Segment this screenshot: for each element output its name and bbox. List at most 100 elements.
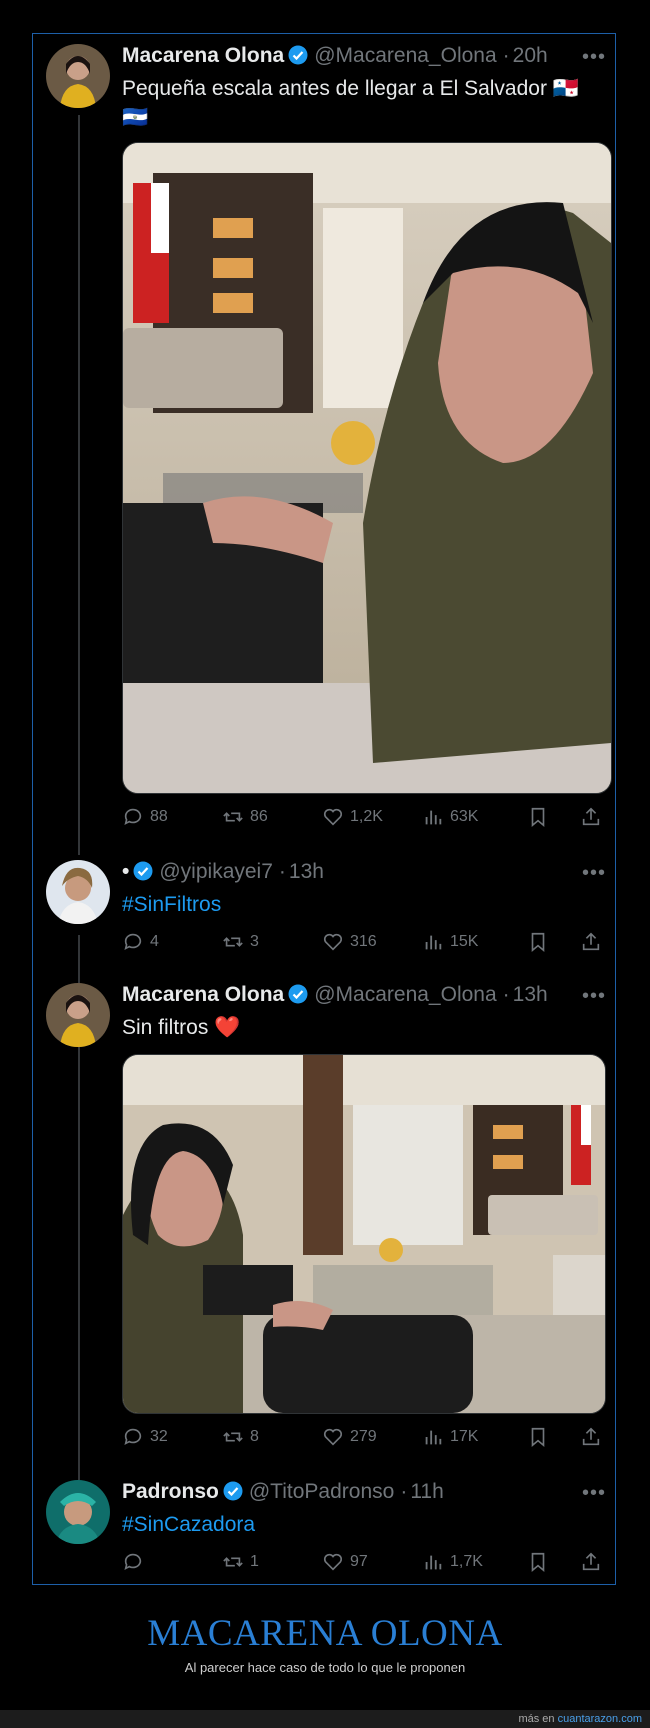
share-button[interactable] xyxy=(580,806,602,828)
share-icon xyxy=(580,1426,602,1448)
avatar[interactable] xyxy=(46,983,110,1047)
bookmark-button[interactable] xyxy=(527,1551,549,1573)
retweet-count: 1 xyxy=(250,1553,259,1570)
reply-icon xyxy=(122,931,144,953)
more-icon[interactable]: ••• xyxy=(582,862,606,885)
more-icon[interactable]: ••• xyxy=(582,985,606,1008)
views-icon xyxy=(422,1426,444,1448)
tweet-time[interactable]: 11h xyxy=(410,1480,443,1503)
like-count: 97 xyxy=(350,1553,368,1570)
views-count: 15K xyxy=(450,933,479,950)
share-button[interactable] xyxy=(580,1426,602,1448)
reply-button[interactable]: 88 xyxy=(122,806,168,828)
views-button[interactable]: 17K xyxy=(422,1426,478,1448)
heart-icon xyxy=(322,931,344,953)
reply-count: 88 xyxy=(150,808,168,825)
tweet-header: Macarena Olona @Macarena_Olona · 13h ••• xyxy=(122,983,606,1013)
tweet-hashtag[interactable]: #SinFiltros xyxy=(122,890,606,919)
bookmark-icon xyxy=(527,806,549,828)
views-button[interactable]: 15K xyxy=(422,931,478,953)
bookmark-button[interactable] xyxy=(527,806,549,828)
caption-title: MACARENA OLONA xyxy=(147,1613,503,1654)
bookmark-button[interactable] xyxy=(527,931,549,953)
retweet-icon xyxy=(222,1551,244,1573)
reply-count: 4 xyxy=(150,933,159,950)
share-button[interactable] xyxy=(580,931,602,953)
like-button[interactable]: 1,2K xyxy=(322,806,383,828)
verified-badge-icon xyxy=(288,984,308,1010)
like-count: 279 xyxy=(350,1428,377,1445)
retweet-count: 86 xyxy=(250,808,268,825)
tweet-time[interactable]: 13h xyxy=(513,983,548,1006)
more-icon[interactable]: ••• xyxy=(582,1482,606,1505)
tweet-text: Pequeña escala antes de llegar a El Salv… xyxy=(122,77,579,129)
retweet-icon xyxy=(222,1426,244,1448)
reply-count: 32 xyxy=(150,1428,168,1445)
author-name[interactable]: Macarena Olona xyxy=(122,44,284,67)
footer-link[interactable]: cuantarazon.com xyxy=(558,1713,642,1725)
retweet-button[interactable]: 1 xyxy=(222,1551,259,1573)
tweet[interactable]: Macarena Olona @Macarena_Olona · 13h ••• Si… xyxy=(46,983,616,1453)
retweet-button[interactable]: 3 xyxy=(222,931,259,953)
author-handle[interactable]: @Macarena_Olona xyxy=(314,44,496,67)
like-button[interactable]: 316 xyxy=(322,931,377,953)
avatar[interactable] xyxy=(46,1480,110,1544)
views-icon xyxy=(422,806,444,828)
tweet-actions: 88 86 1,2K 63K xyxy=(122,806,606,832)
more-icon[interactable]: ••• xyxy=(582,46,606,69)
reply-button[interactable]: 4 xyxy=(122,931,159,953)
views-button[interactable]: 1,7K xyxy=(422,1551,483,1573)
tweet-text: Sin filtros ❤️ xyxy=(122,1016,241,1039)
author-name[interactable]: Padronso xyxy=(122,1480,219,1503)
views-button[interactable]: 63K xyxy=(422,806,478,828)
reply-button[interactable] xyxy=(122,1551,150,1573)
author-handle[interactable]: @TitoPadronso xyxy=(249,1480,394,1503)
separator: · xyxy=(502,983,510,1006)
tweet[interactable]: Macarena Olona @Macarena_Olona · 20h ••• Pe… xyxy=(46,44,616,844)
retweet-button[interactable]: 8 xyxy=(222,1426,259,1448)
views-icon xyxy=(422,1551,444,1573)
views-count: 17K xyxy=(450,1428,479,1445)
views-count: 1,7K xyxy=(450,1553,483,1570)
author-name[interactable]: • xyxy=(122,860,129,883)
footer-bar: más en cuantarazon.com xyxy=(0,1710,650,1728)
avatar[interactable] xyxy=(46,860,110,924)
tweet-time[interactable]: 20h xyxy=(513,44,548,67)
tweet[interactable]: Padronso @TitoPadronso · 11h ••• #SinCazado… xyxy=(46,1480,616,1580)
author-handle[interactable]: @Macarena_Olona xyxy=(314,983,496,1006)
views-icon xyxy=(422,931,444,953)
author-handle[interactable]: @yipikayei7 xyxy=(159,860,273,883)
retweet-icon xyxy=(222,931,244,953)
bookmark-icon xyxy=(527,1426,549,1448)
separator: · xyxy=(502,44,510,67)
avatar[interactable] xyxy=(46,44,110,108)
author-name[interactable]: Macarena Olona xyxy=(122,983,284,1006)
retweet-count: 3 xyxy=(250,933,259,950)
tweet-photo[interactable] xyxy=(122,1054,606,1414)
reply-icon xyxy=(122,1551,144,1573)
tweet-time[interactable]: 13h xyxy=(289,860,324,883)
tweet[interactable]: • @yipikayei7 · 13h ••• #SinFiltros 4 3 316… xyxy=(46,860,616,960)
separator: · xyxy=(400,1480,408,1503)
bookmark-icon xyxy=(527,931,549,953)
share-button[interactable] xyxy=(580,1551,602,1573)
verified-badge-icon xyxy=(288,45,308,71)
tweet-header: • @yipikayei7 · 13h ••• xyxy=(122,860,606,890)
tweet-header: Macarena Olona @Macarena_Olona · 20h ••• xyxy=(122,44,606,74)
heart-icon xyxy=(322,1551,344,1573)
like-button[interactable]: 279 xyxy=(322,1426,377,1448)
footer-text: más en cuantarazon.com xyxy=(518,1713,642,1725)
tweet-hashtag[interactable]: #SinCazadora xyxy=(122,1510,606,1539)
like-button[interactable]: 97 xyxy=(322,1551,368,1573)
like-count: 316 xyxy=(350,933,377,950)
tweet-actions: 1 97 1,7K xyxy=(122,1551,606,1577)
verified-badge-icon xyxy=(223,1481,243,1507)
tweet-photo[interactable] xyxy=(122,142,612,794)
bookmark-button[interactable] xyxy=(527,1426,549,1448)
share-icon xyxy=(580,1551,602,1573)
retweet-icon xyxy=(222,806,244,828)
separator: · xyxy=(278,860,286,883)
retweet-count: 8 xyxy=(250,1428,259,1445)
reply-button[interactable]: 32 xyxy=(122,1426,168,1448)
retweet-button[interactable]: 86 xyxy=(222,806,268,828)
